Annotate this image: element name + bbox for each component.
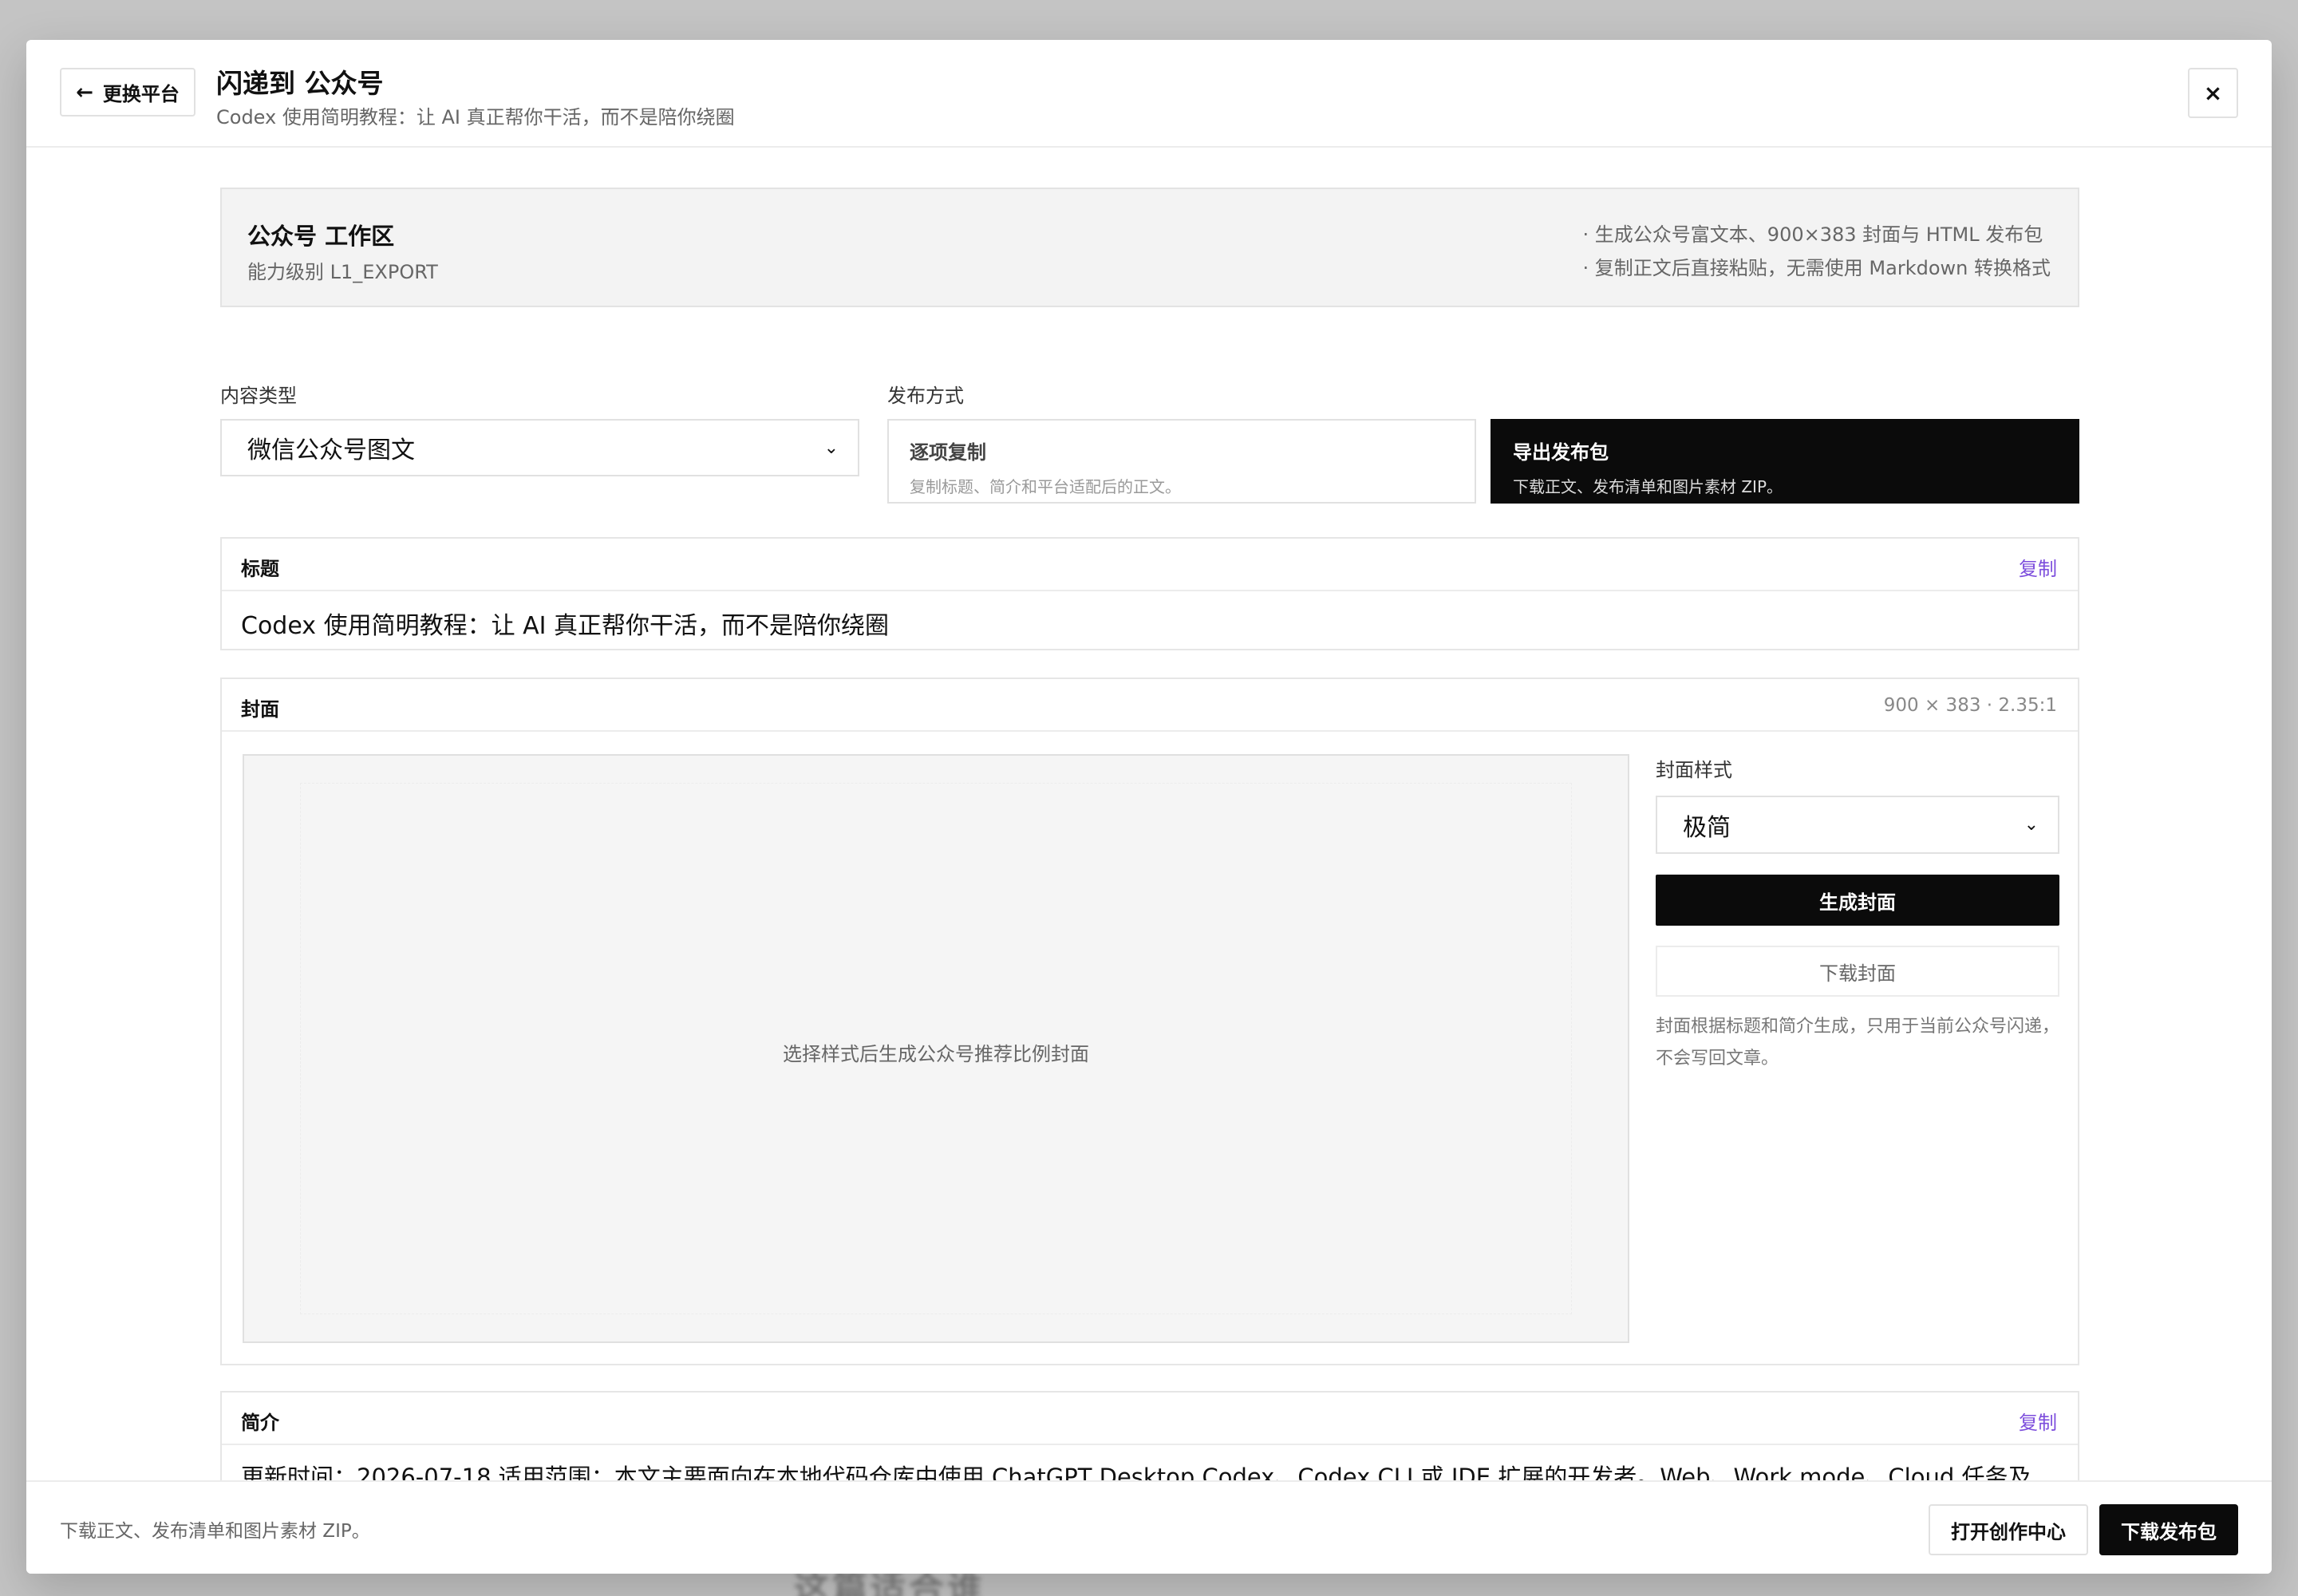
capability-level: 能力级别 L1_EXPORT [247,261,438,283]
modal-title: 闪递到 公众号 [216,68,384,99]
cover-section: 封面 900 × 383 · 2.35:1 选择样式后生成公众号推荐比例封面 封… [220,678,2079,1365]
chevron-down-icon: ⌄ [2024,815,2039,835]
content-type-label: 内容类型 [220,385,297,407]
copy-title-button[interactable]: 复制 [2019,553,2057,581]
cover-style-select[interactable]: 极简 ⌄ [1656,796,2059,854]
change-platform-button[interactable]: ← 更换平台 [60,68,195,117]
title-section: 标题 复制 Codex 使用简明教程：让 AI 真正帮你干活，而不是陪你绕圈 [220,537,2079,650]
copy-summary-button[interactable]: 复制 [2019,1407,2057,1435]
content-type-value: 微信公众号图文 [247,437,415,464]
cover-style-value: 极简 [1683,813,1731,842]
workspace-panel: 公众号 工作区 能力级别 L1_EXPORT · 生成公众号富文本、900×38… [220,188,2079,307]
title-value: Codex 使用简明教程：让 AI 真正帮你干活，而不是陪你绕圈 [241,612,890,640]
cover-dimensions: 900 × 383 · 2.35:1 [1883,695,2057,716]
workspace-note: · 复制正文后直接粘贴，无需使用 Markdown 转换格式 [1582,257,2051,279]
mode-title: 逐项复制 [910,441,986,464]
mode-title: 导出发布包 [1513,441,1609,464]
title-section-header: 标题 复制 [222,539,2078,591]
cover-section-header: 封面 900 × 383 · 2.35:1 [222,679,2078,732]
cover-preview: 选择样式后生成公众号推荐比例封面 [243,754,1629,1343]
modal-header: ← 更换平台 闪递到 公众号 Codex 使用简明教程：让 AI 真正帮你干活，… [26,40,2272,148]
cover-note: 封面根据标题和简介生成，只用于当前公众号闪递，不会写回文章。 [1656,1017,2060,1069]
publish-mode-label: 发布方式 [887,385,964,407]
close-button[interactable]: × [2188,68,2238,118]
publish-modal: ← 更换平台 闪递到 公众号 Codex 使用简明教程：让 AI 真正帮你干活，… [26,40,2272,1574]
chevron-down-icon: ⌄ [823,437,839,458]
workspace-notes: · 生成公众号富文本、900×383 封面与 HTML 发布包 · 复制正文后直… [1583,218,2051,285]
generate-cover-button[interactable]: 生成封面 [1656,875,2059,926]
download-cover-button[interactable]: 下载封面 [1656,946,2059,997]
workspace-title: 公众号 工作区 [247,223,395,250]
summary-section-label: 简介 [241,1412,279,1434]
arrow-left-icon: ← [76,80,93,105]
open-creator-center-button[interactable]: 打开创作中心 [1929,1504,2088,1555]
summary-section-header: 简介 复制 [222,1393,2078,1445]
change-platform-label: 更换平台 [102,83,180,105]
cover-section-label: 封面 [241,698,279,721]
footer-hint: 下载正文、发布清单和图片素材 ZIP。 [60,1521,370,1542]
mode-copy-option[interactable]: 逐项复制 复制标题、简介和平台适配后的正文。 [887,419,1476,504]
workspace-note: · 生成公众号富文本、900×383 封面与 HTML 发布包 [1582,223,2043,246]
cover-style-label: 封面样式 [1656,759,1732,781]
cover-controls: 封面样式 极简 ⌄ 生成封面 下载封面 封面根据标题和简介生成，只用于当前公众号… [1656,754,2059,1069]
download-package-button[interactable]: 下载发布包 [2099,1504,2238,1555]
title-section-label: 标题 [241,558,279,580]
modal-footer: 下载正文、发布清单和图片素材 ZIP。 打开创作中心 下载发布包 [26,1480,2272,1574]
content-type-select[interactable]: 微信公众号图文 ⌄ [220,419,859,476]
mode-description: 下载正文、发布清单和图片素材 ZIP。 [1513,477,1783,496]
close-icon: × [2203,80,2223,106]
modal-subtitle: Codex 使用简明教程：让 AI 真正帮你干活，而不是陪你绕圈 [216,106,735,128]
mode-description: 复制标题、简介和平台适配后的正文。 [910,477,1181,496]
cover-placeholder: 选择样式后生成公众号推荐比例封面 [783,1043,1089,1065]
mode-export-option[interactable]: 导出发布包 下载正文、发布清单和图片素材 ZIP。 [1491,419,2079,504]
